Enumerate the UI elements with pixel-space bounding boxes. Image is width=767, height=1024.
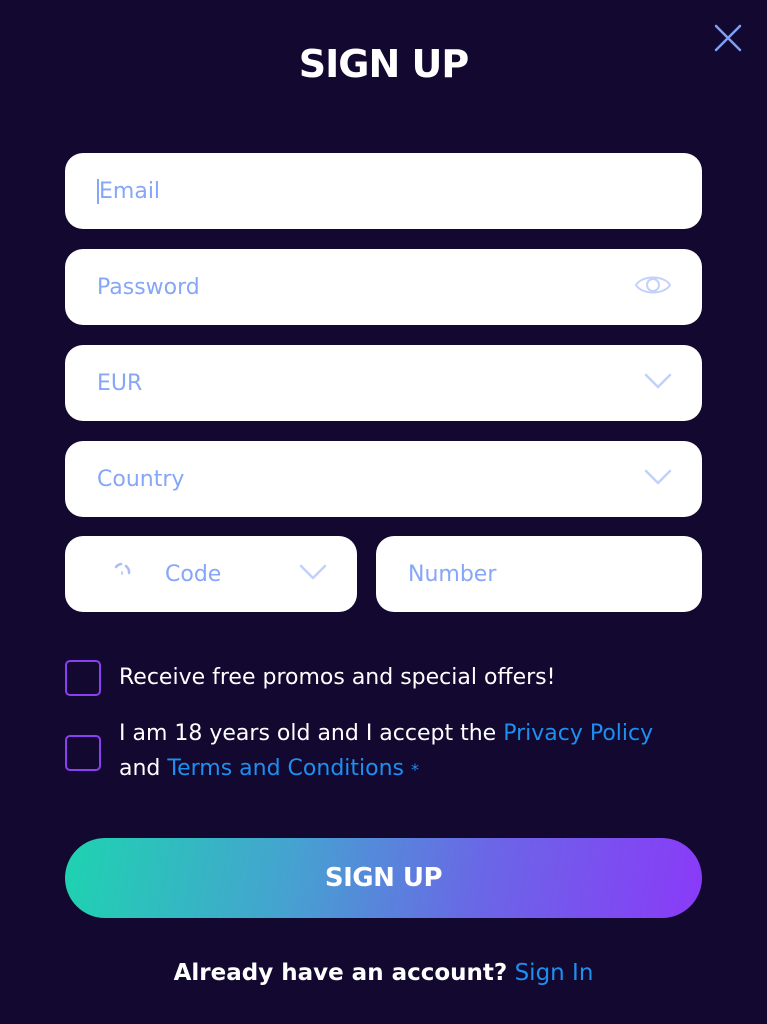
email-input[interactable]: Email [65,153,702,229]
terms-text-before: I am 18 years old and I accept the [119,721,504,746]
chevron-down-icon [644,373,672,389]
password-input[interactable]: Password [65,249,702,325]
phone-code-select[interactable]: Code [65,536,357,612]
country-select[interactable]: Country [65,441,702,517]
sign-up-button[interactable]: SIGN UP [65,838,702,918]
password-placeholder: Password [97,274,200,300]
terms-text-middle: and [119,756,168,781]
chevron-down-icon [299,564,327,580]
promos-label: Receive free promos and special offers! [119,665,556,690]
currency-value: EUR [97,370,143,396]
terms-consent: I am 18 years old and I accept the Priva… [65,716,705,787]
required-marker: * [411,760,419,779]
currency-select[interactable]: EUR [65,345,702,421]
terms-and-conditions-link[interactable]: Terms and Conditions [167,756,404,781]
sign-in-link[interactable]: Sign In [515,960,594,986]
sign-in-prompt: Already have an account? Sign In [0,960,767,986]
promos-checkbox[interactable] [65,660,101,696]
phone-number-placeholder: Number [408,561,497,587]
page-title: SIGN UP [298,42,469,86]
email-placeholder: Email [97,178,161,204]
show-password-button[interactable] [634,272,672,302]
country-placeholder: Country [97,466,185,492]
terms-label: I am 18 years old and I accept the Priva… [119,716,653,787]
privacy-policy-link[interactable]: Privacy Policy [503,721,653,746]
chevron-down-icon [644,469,672,485]
sign-in-question: Already have an account? [173,960,508,986]
terms-checkbox[interactable] [65,735,101,771]
spinner-icon [114,562,131,575]
phone-code-placeholder: Code [165,561,222,587]
eye-icon [634,276,672,294]
phone-number-input[interactable]: Number [376,536,702,612]
promos-consent: Receive free promos and special offers! [65,660,555,696]
